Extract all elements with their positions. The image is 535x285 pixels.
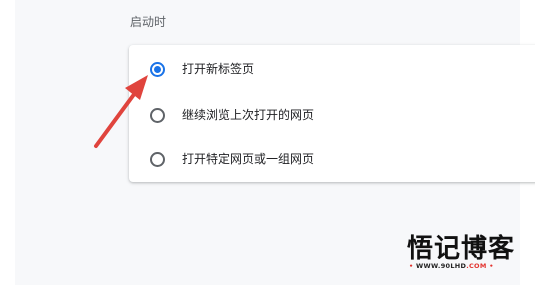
startup-options-card: 打开新标签页 继续浏览上次打开的网页 打开特定网页或一组网页 [129, 45, 535, 182]
watermark-url: • WWW.90LHD.COM • [409, 262, 494, 270]
startup-option-continue-where-left-off[interactable]: 继续浏览上次打开的网页 [129, 93, 535, 137]
watermark-logo: 悟记博客 • WWW.90LHD.COM • [405, 228, 525, 276]
startup-option-label: 打开特定网页或一组网页 [182, 152, 315, 166]
radio-button[interactable] [150, 108, 165, 123]
startup-option-open-specific-pages[interactable]: 打开特定网页或一组网页 [129, 137, 535, 181]
radio-button-selected[interactable] [150, 62, 165, 77]
radio-button[interactable] [150, 152, 165, 167]
startup-option-label: 继续浏览上次打开的网页 [182, 108, 315, 122]
watermark-logo-text: 悟记博客 [407, 234, 516, 264]
startup-option-open-new-tab[interactable]: 打开新标签页 [129, 47, 535, 91]
section-title-on-startup: 启动时 [130, 15, 167, 29]
startup-option-label: 打开新标签页 [182, 62, 255, 76]
